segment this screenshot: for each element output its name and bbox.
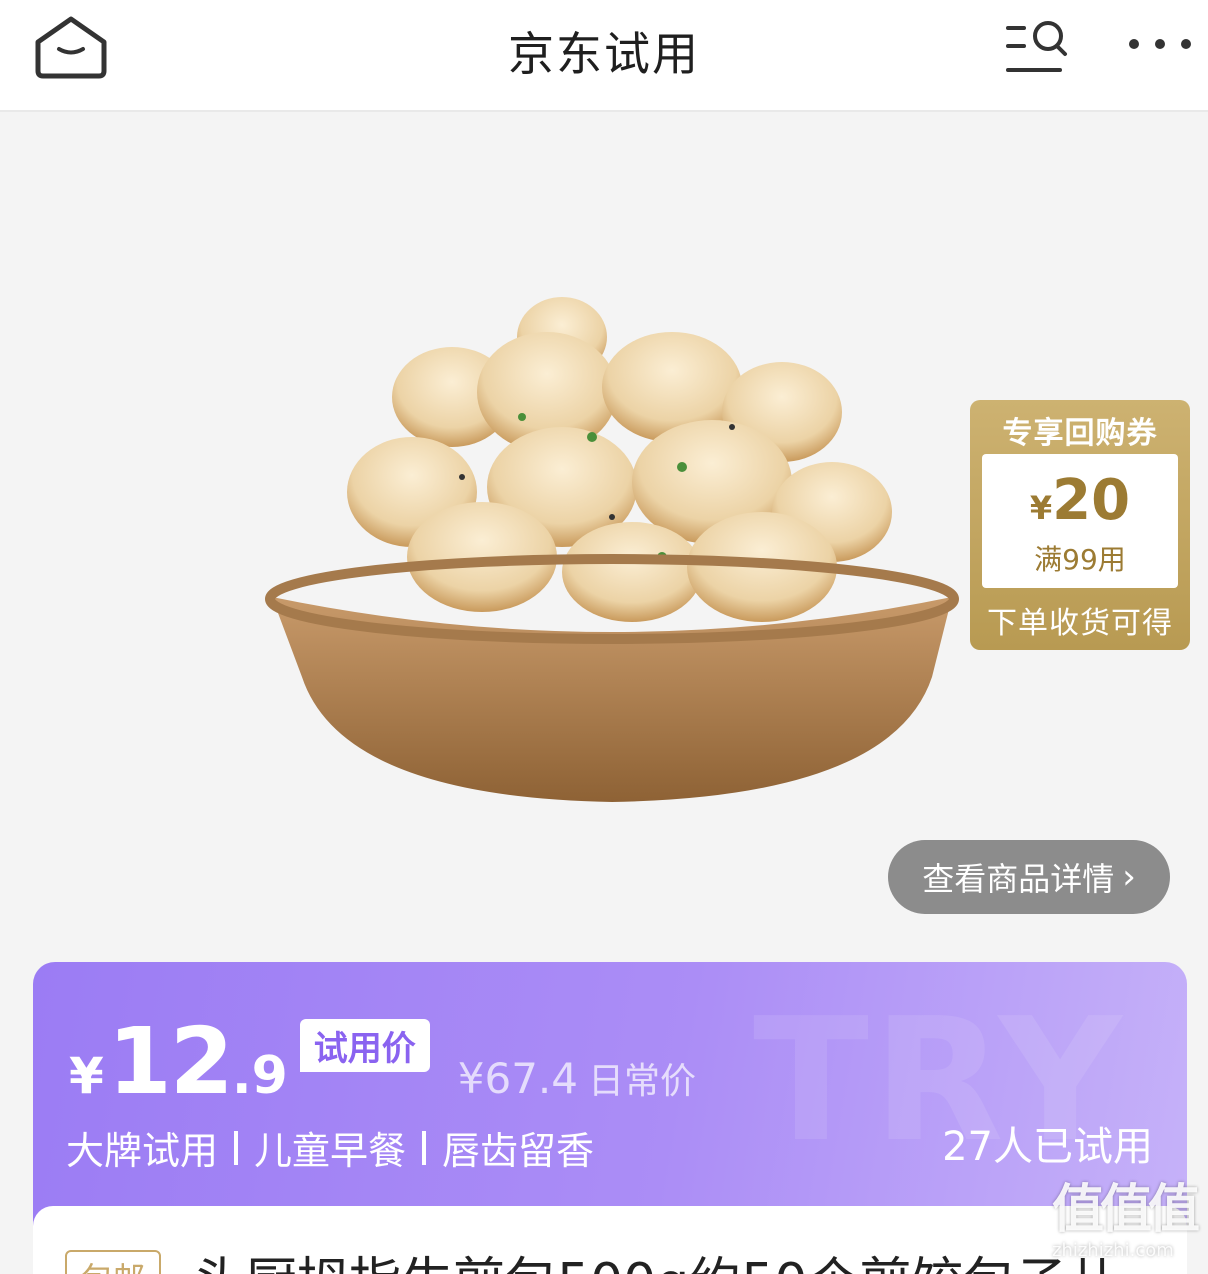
chevron-right-icon: › — [1122, 857, 1136, 897]
repurchase-coupon[interactable]: 专享回购券 ¥20 满99用 下单收货可得 — [970, 400, 1190, 650]
product-title: 头厨拇指生煎包500g约50个煎饺包子儿 — [193, 1240, 1119, 1274]
feature-tag: 大牌试用 — [66, 1129, 219, 1173]
coupon-body: ¥20 满99用 — [982, 454, 1178, 588]
view-details-label: 查看商品详情 — [922, 860, 1115, 898]
price-integer: 12 — [107, 1008, 234, 1115]
feature-tag: 儿童早餐 — [254, 1129, 407, 1173]
coupon-title: 专享回购券 — [1002, 416, 1158, 451]
view-details-button[interactable]: 查看商品详情 › — [888, 840, 1170, 914]
original-price-label: 日常价 — [588, 1061, 697, 1102]
tried-count: 27人已试用 — [942, 1124, 1153, 1170]
free-shipping-badge: 包邮 — [65, 1250, 162, 1274]
price-decimal: .9 — [231, 1046, 288, 1106]
coupon-footer: 下单收货可得 — [987, 606, 1173, 641]
site-watermark-logo: 值值值 — [1052, 1180, 1200, 1240]
original-price: ¥67.4 — [457, 1054, 579, 1103]
tag-divider — [422, 1130, 427, 1165]
feature-tag: 唇齿留香 — [442, 1129, 595, 1173]
top-nav-bar: 京东试用 — [0, 0, 1208, 112]
product-info-panel: 包邮 头厨拇指生煎包500g约50个煎饺包子儿 — [33, 1206, 1187, 1274]
price-row: ¥ 12 .9 试用价 ¥67.4 日常价 — [69, 1008, 696, 1115]
trial-price-tag: 试用价 — [299, 1018, 430, 1072]
price-currency: ¥ — [69, 1047, 104, 1105]
more-icon[interactable] — [1124, 34, 1196, 54]
coupon-currency: ¥ — [1029, 489, 1053, 527]
dumpling-bowl-image — [265, 297, 959, 802]
feature-tags: 大牌试用 儿童早餐 唇齿留香 — [66, 1120, 594, 1175]
coupon-condition: 满99用 — [1034, 543, 1126, 576]
coupon-amount-value: 20 — [1052, 468, 1131, 533]
tag-divider — [234, 1130, 239, 1165]
coupon-amount: ¥20 — [982, 468, 1178, 533]
search-menu-icon[interactable] — [1004, 18, 1070, 76]
site-watermark-url: zhizhizhi.com — [1052, 1240, 1174, 1261]
site-watermark: 值值值 zhizhizhi.com — [1052, 1180, 1202, 1270]
